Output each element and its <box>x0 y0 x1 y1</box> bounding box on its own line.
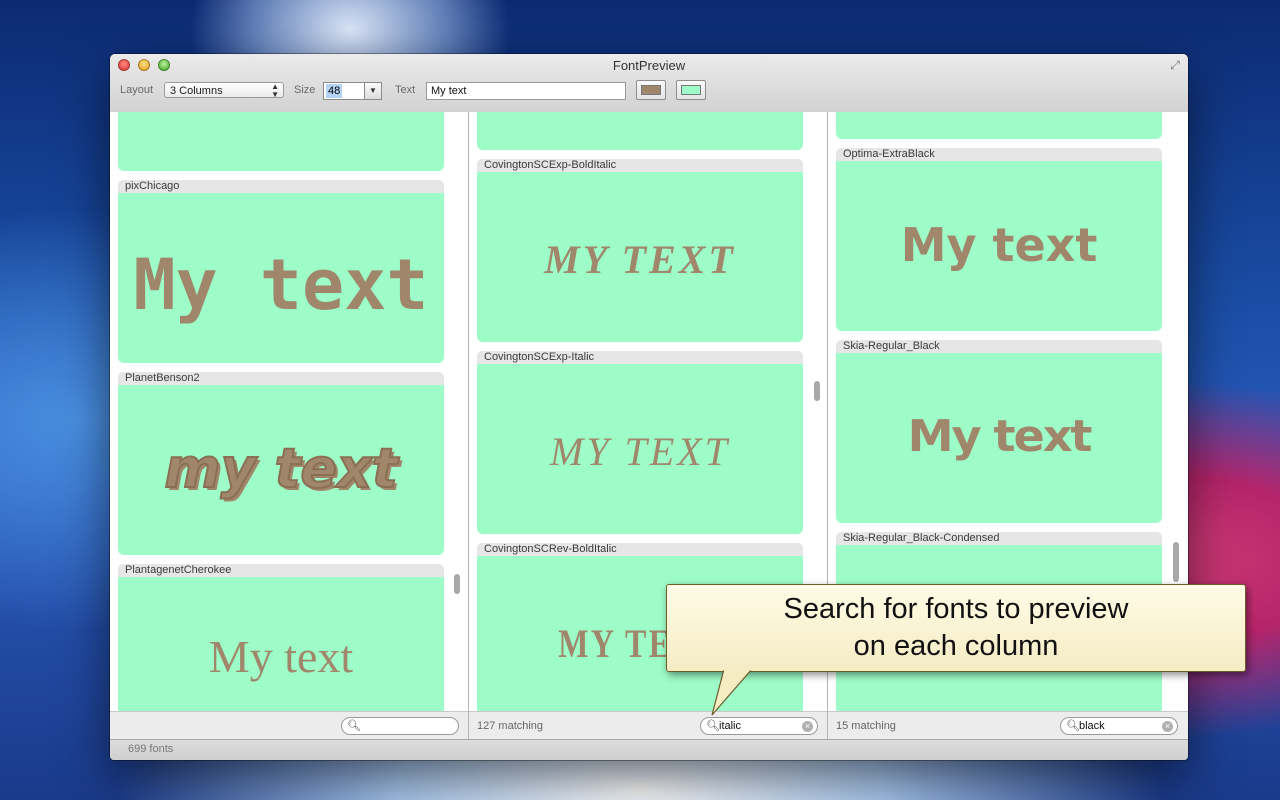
font-name: Optima-ExtraBlack <box>836 148 1162 161</box>
callout-line-1: Search for fonts to preview <box>783 593 1129 625</box>
size-value[interactable]: 48 <box>326 84 343 98</box>
search-query[interactable]: black <box>1079 720 1105 732</box>
fullscreen-icon[interactable]: ⤢ <box>1168 58 1182 72</box>
search-tip-callout: Search for fonts to preview on each colu… <box>666 584 1246 672</box>
font-preview: MY TEXT <box>477 364 803 534</box>
column-1-scroll[interactable]: pixChicago My text PlanetBenson2 my text… <box>110 112 468 712</box>
font-card[interactable]: Skia-Regular_Black My text <box>836 340 1162 523</box>
preview-text-input[interactable] <box>426 82 626 100</box>
scrollbar-thumb[interactable] <box>814 381 820 401</box>
font-count: 699 fonts <box>128 743 174 755</box>
clear-search-icon[interactable]: × <box>802 721 813 732</box>
font-name: PlantagenetCherokee <box>118 564 444 577</box>
font-sample-text: My text <box>133 244 429 326</box>
column-3-search-field[interactable]: 🔍︎ black × <box>1060 717 1178 735</box>
clear-search-icon[interactable]: × <box>1162 721 1173 732</box>
font-preview: my text <box>118 385 444 555</box>
size-label: Size <box>294 84 316 96</box>
search-icon: 🔍︎ <box>1066 720 1080 732</box>
font-card[interactable]: Optima-ExtraBlack My text <box>836 148 1162 331</box>
font-name: CovingtonSCExp-BoldItalic <box>477 159 803 172</box>
matching-count: 127 matching <box>477 720 544 732</box>
font-card[interactable]: CovingtonSCExp-Italic MY TEXT <box>477 351 803 534</box>
font-name: PlanetBenson2 <box>118 372 444 385</box>
font-preview <box>836 112 1162 139</box>
font-name: Skia-Regular_Black <box>836 340 1162 353</box>
font-sample-text: MY TEXT <box>550 429 730 474</box>
layout-select[interactable]: 3 Columns ▲ ▼ <box>164 82 284 99</box>
font-name: Skia-Regular_Black-Condensed <box>836 532 1162 545</box>
font-sample-text: MY TEXT <box>544 237 736 282</box>
text-color-well[interactable] <box>636 80 666 100</box>
column-1: pixChicago My text PlanetBenson2 my text… <box>110 112 468 740</box>
font-preview: My text <box>836 353 1162 523</box>
layout-label: Layout <box>120 84 154 96</box>
text-color-fill <box>641 85 661 95</box>
font-preview: MY TEXT <box>477 172 803 342</box>
font-preview: My text <box>118 577 444 712</box>
callout-line-2: on each column <box>853 630 1059 662</box>
callout-text: Search for fonts to preview on each colu… <box>667 591 1245 665</box>
font-sample-text: my text <box>163 436 398 501</box>
status-bar: 699 fonts <box>110 739 1188 760</box>
font-card[interactable] <box>118 112 444 171</box>
layout-select-value: 3 Columns <box>170 85 223 97</box>
window-title: FontPreview <box>612 58 686 73</box>
search-icon: 🔍︎ <box>347 720 361 732</box>
title-bar: FontPreview ⤢ Layout 3 Columns ▲ ▼ Size 4… <box>110 54 1188 113</box>
font-sample-text: My text <box>208 631 354 682</box>
column-1-footer: 🔍︎ <box>110 711 468 740</box>
font-sample-text: My text <box>907 411 1093 462</box>
search-query[interactable]: italic <box>719 720 741 732</box>
size-combo[interactable]: 48 ▼ <box>323 82 382 100</box>
column-3-footer: 15 matching 🔍︎ black × <box>828 711 1188 740</box>
font-card[interactable]: PlantagenetCherokee My text <box>118 564 444 712</box>
background-color-fill <box>681 85 701 95</box>
font-preview: My text <box>836 161 1162 331</box>
font-sample-text: My text <box>900 218 1098 272</box>
font-preview <box>118 112 444 171</box>
matching-count: 15 matching <box>836 720 896 732</box>
select-arrows-icon: ▲ ▼ <box>271 82 279 99</box>
scrollbar-thumb[interactable] <box>454 574 460 594</box>
font-name: pixChicago <box>118 180 444 193</box>
search-icon: 🔍︎ <box>706 720 720 732</box>
font-name: CovingtonSCExp-Italic <box>477 351 803 364</box>
font-preview <box>477 112 803 150</box>
column-2-footer: 127 matching 🔍︎ italic × <box>469 711 827 740</box>
font-name: CovingtonSCRev-BoldItalic <box>477 543 803 556</box>
column-2-search-field[interactable]: 🔍︎ italic × <box>700 717 818 735</box>
font-card[interactable]: PlanetBenson2 my text <box>118 372 444 555</box>
font-card[interactable] <box>836 112 1162 139</box>
chevron-down-icon[interactable]: ▼ <box>364 83 381 99</box>
font-card[interactable]: pixChicago My text <box>118 180 444 363</box>
background-color-well[interactable] <box>676 80 706 100</box>
font-card[interactable] <box>477 112 803 150</box>
text-label: Text <box>395 84 416 96</box>
font-preview: My text <box>118 193 444 363</box>
column-1-search-field[interactable]: 🔍︎ <box>341 717 459 735</box>
callout-pointer <box>711 669 753 716</box>
scrollbar-thumb[interactable] <box>1173 542 1179 582</box>
font-card[interactable]: CovingtonSCExp-BoldItalic MY TEXT <box>477 159 803 342</box>
